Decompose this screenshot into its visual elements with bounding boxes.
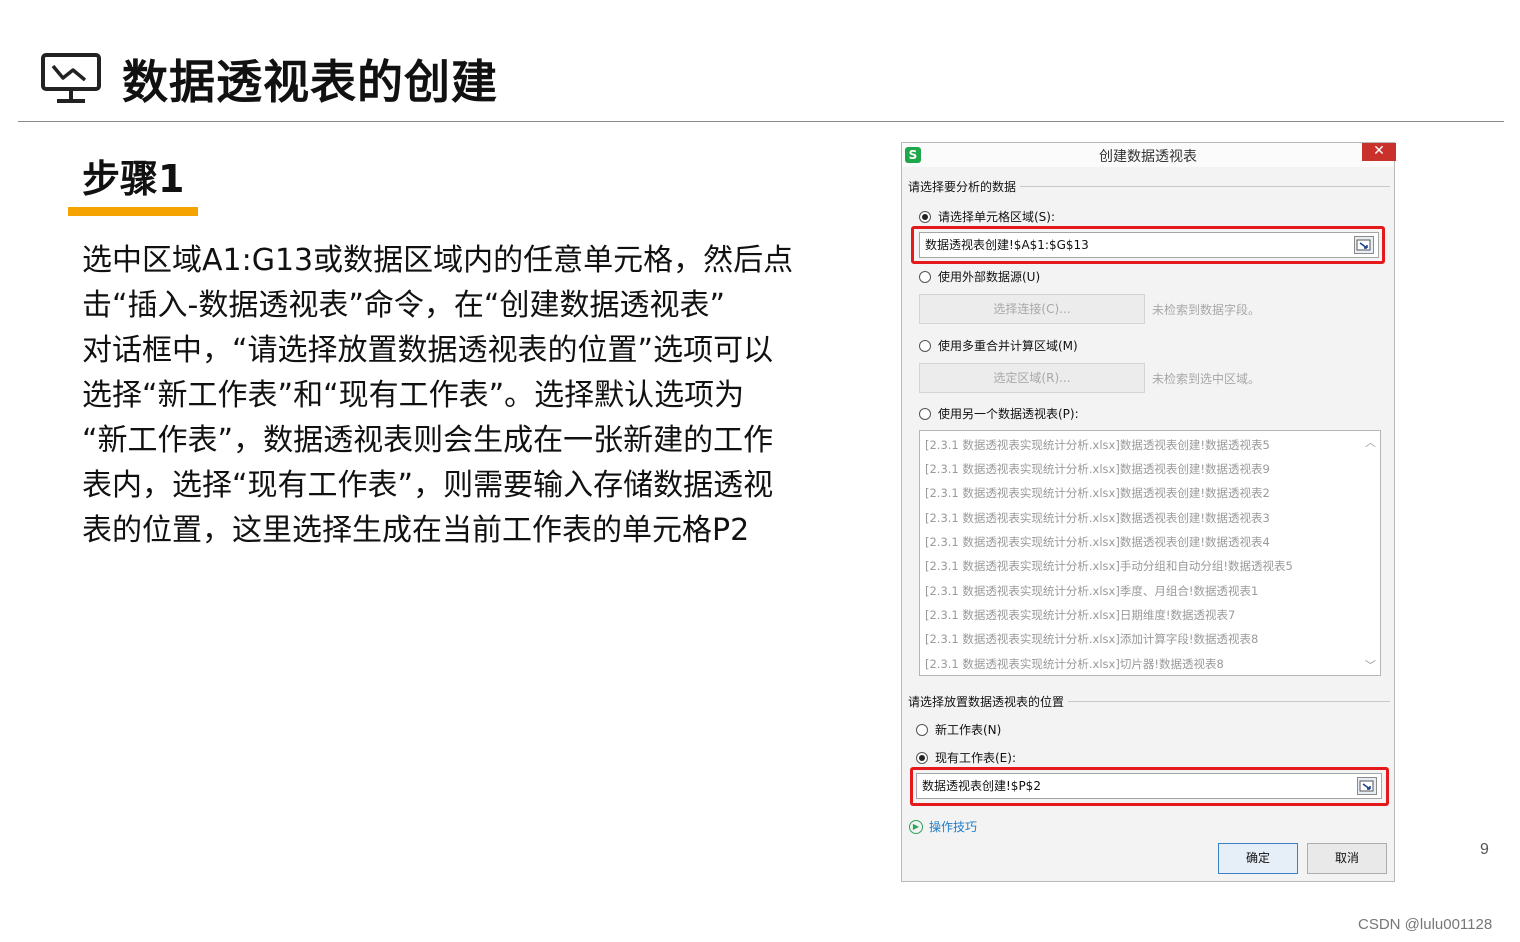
ok-button[interactable]: 确定 [1218, 843, 1298, 874]
radio-external-label: 使用外部数据源(U) [938, 270, 1041, 284]
tips-link[interactable]: ▶ 操作技巧 [909, 818, 977, 835]
radio-cell-range-label: 请选择单元格区域(S): [938, 210, 1056, 224]
radio-cell-range[interactable]: 请选择单元格区域(S): [919, 208, 1055, 225]
radio-consolidate-label: 使用多重合并计算区域(M) [938, 339, 1078, 353]
close-button[interactable]: ✕ [1362, 143, 1396, 161]
create-pivot-dialog: S 创建数据透视表 ✕ 请选择要分析的数据 请选择单元格区域(S): 数据透视表… [901, 142, 1396, 882]
radio-existing-sheet-label: 现有工作表(E): [935, 751, 1016, 765]
list-item[interactable]: [2.3.1 数据透视表实现统计分析.xlsx]数据透视表创建!数据透视表4 [925, 534, 1270, 550]
list-item[interactable]: [2.3.1 数据透视表实现统计分析.xlsx]数据透视表创建!数据透视表3 [925, 510, 1270, 526]
step-underline [68, 207, 198, 216]
radio-dot[interactable] [916, 751, 928, 764]
list-item[interactable]: [2.3.1 数据透视表实现统计分析.xlsx]数据透视表创建!数据透视表9 [925, 461, 1270, 477]
radio-dot[interactable] [919, 210, 931, 223]
no-area-note: 未检索到选中区域。 [1152, 372, 1261, 386]
list-item[interactable]: [2.3.1 数据透视表实现统计分析.xlsx]季度、月组合!数据透视表1 [925, 583, 1258, 599]
list-item[interactable]: [2.3.1 数据透视表实现统计分析.xlsx]添加计算字段!数据透视表8 [925, 631, 1258, 647]
scroll-up-icon[interactable]: ︿ [1365, 434, 1376, 450]
section-label-location: 请选择放置数据透视表的位置 [908, 693, 1069, 710]
radio-another-pivot[interactable]: 使用另一个数据透视表(P): [919, 405, 1079, 422]
radio-new-sheet-label: 新工作表(N) [935, 723, 1002, 737]
page-number: 9 [1480, 841, 1489, 858]
radio-dot[interactable] [919, 407, 931, 420]
radio-external-source[interactable]: 使用外部数据源(U) [919, 268, 1040, 285]
play-icon: ▶ [909, 819, 923, 834]
radio-another-pivot-label: 使用另一个数据透视表(P): [938, 407, 1079, 421]
dialog-titlebar: S 创建数据透视表 ✕ [902, 143, 1396, 167]
radio-dot[interactable] [919, 339, 931, 352]
header-divider [18, 121, 1504, 122]
list-item[interactable]: [2.3.1 数据透视表实现统计分析.xlsx]数据透视表创建!数据透视表2 [925, 485, 1270, 501]
cancel-button[interactable]: 取消 [1307, 843, 1387, 874]
select-area-button[interactable]: 选定区域(R)... [919, 363, 1145, 393]
tips-label: 操作技巧 [929, 820, 978, 834]
radio-dot[interactable] [919, 270, 931, 283]
list-item[interactable]: [2.3.1 数据透视表实现统计分析.xlsx]切片器!数据透视表8 [925, 656, 1224, 672]
list-item[interactable]: [2.3.1 数据透视表实现统计分析.xlsx]数据透视表创建!数据透视表5 [925, 437, 1270, 453]
list-item[interactable]: [2.3.1 数据透视表实现统计分析.xlsx]日期维度!数据透视表7 [925, 607, 1235, 623]
watermark: CSDN @lulu001128 [1358, 916, 1493, 933]
pivot-table-list[interactable]: [2.3.1 数据透视表实现统计分析.xlsx]数据透视表创建!数据透视表5 [… [919, 430, 1381, 676]
highlight-cell-range [911, 226, 1385, 264]
radio-dot[interactable] [916, 723, 928, 736]
page-title: 数据透视表的创建 [122, 55, 498, 109]
highlight-location [910, 767, 1389, 806]
section-label-analyze: 请选择要分析的数据 [908, 178, 1021, 195]
step-description: 选中区域A1:G13或数据区域内的任意单元格，然后点 击“插入-数据透视表”命令… [82, 243, 794, 548]
radio-new-sheet[interactable]: 新工作表(N) [916, 721, 1001, 738]
no-fields-note: 未检索到数据字段。 [1152, 303, 1261, 317]
radio-existing-sheet[interactable]: 现有工作表(E): [916, 749, 1016, 766]
step-title: 步骤1 [82, 157, 185, 201]
choose-connection-button[interactable]: 选择连接(C)... [919, 294, 1145, 324]
radio-consolidate[interactable]: 使用多重合并计算区域(M) [919, 337, 1078, 354]
presentation-icon [40, 48, 104, 106]
dialog-title: 创建数据透视表 [1099, 149, 1197, 165]
list-item[interactable]: [2.3.1 数据透视表实现统计分析.xlsx]手动分组和自动分组!数据透视表5 [925, 558, 1293, 574]
scroll-down-icon[interactable]: ﹀ [1365, 657, 1376, 673]
